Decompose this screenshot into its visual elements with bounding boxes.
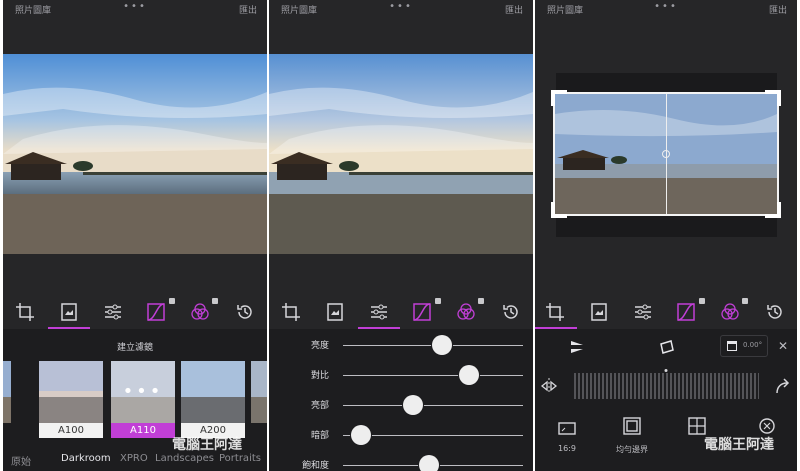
slider-row: 亮度 [269,335,533,355]
crop-handle-bottom-left[interactable] [551,202,567,218]
filters-panel: 照片圖庫 ••• 匯出 建立濾鏡 A100 ••• A110 A200 原始 D… [3,0,267,471]
adjust-sliders-icon[interactable] [103,302,123,322]
dial-center-dot [664,369,668,372]
crop-icon[interactable] [15,302,35,322]
filter-thumbnail[interactable] [251,361,267,438]
filter-label: A100 [39,423,103,438]
more-menu-button[interactable]: ••• [389,1,413,12]
color-circles-icon[interactable] [720,302,740,322]
lock-icon [478,298,484,304]
create-filter-button[interactable]: 建立濾鏡 [3,340,267,353]
filter-thumbnail-a100[interactable]: A100 [39,361,103,438]
top-bar: 照片圖庫 ••• 匯出 [269,0,533,17]
slider-row: 飽和度 [269,455,533,471]
slider-label: 飽和度 [301,461,329,471]
uniform-border-label: 均勻邊界 [616,445,648,454]
photo-preview [3,54,267,254]
color-circles-icon[interactable] [456,302,476,322]
filters-icon[interactable] [325,302,345,322]
adjust-panel: 照片圖庫 ••• 匯出 亮度對比 亮部 暗部 飽和度 [269,0,533,471]
tool-bar [535,294,797,328]
export-button[interactable]: 匯出 [239,3,257,16]
category-portraits[interactable]: Portraits [219,453,261,464]
adjust-sliders-icon[interactable] [369,302,389,322]
history-icon[interactable] [235,302,255,322]
export-button[interactable]: 匯出 [505,3,523,16]
rotate-icon[interactable] [657,337,677,357]
lock-icon [742,298,748,304]
crop-icon[interactable] [545,302,565,322]
filter-options-icon[interactable]: ••• [111,381,175,402]
filter-thumbnail-a200[interactable]: A200 [181,361,245,438]
crop-icon[interactable] [281,302,301,322]
slider-label: 對比 [310,371,329,381]
more-menu-button[interactable]: ••• [123,1,147,12]
crop-handle-bottom-right[interactable] [765,202,781,218]
slider-knob[interactable] [459,365,479,385]
flip-vertical-icon[interactable] [567,337,587,357]
straighten-dial[interactable] [573,369,759,402]
filter-thumbnail[interactable] [3,361,11,438]
slider-label: 暗部 [310,431,329,441]
ratio-16-9-icon[interactable] [557,418,577,438]
lock-icon [435,298,441,304]
crop-panel: 照片圖庫 ••• 匯出 0.00° ✕ 16:9 均勻邊界 [535,0,797,471]
curves-icon[interactable] [676,302,696,322]
filter-label: A110 [111,423,175,438]
watermark-logo: 電腦王阿達 [172,437,242,453]
lock-icon [212,298,218,304]
ratio-16-9-label: 16:9 [558,444,576,453]
adjust-sliders-icon[interactable] [633,302,653,322]
category-landscapes[interactable]: Landscapes [155,453,214,464]
perspective-icon [727,341,737,351]
slider-label: 亮度 [310,341,329,351]
angle-value: 0.00° [743,341,763,349]
reset-icon[interactable] [757,416,777,436]
uniform-border-icon[interactable] [622,416,642,436]
category-darkroom[interactable]: Darkroom [61,453,111,464]
photo-preview [269,54,533,254]
photo-library-button[interactable]: 照片圖庫 [281,3,317,16]
top-bar: 照片圖庫 ••• 匯出 [535,0,797,17]
tool-bar [3,294,267,328]
close-icon[interactable]: ✕ [773,335,793,357]
slider-knob[interactable] [419,455,440,471]
filters-icon[interactable] [589,302,609,322]
grid-icon[interactable] [687,416,707,436]
lock-icon [699,298,705,304]
history-icon[interactable] [501,302,521,322]
tool-bar [269,294,533,328]
rotate-arrow-icon[interactable] [773,376,793,396]
slider-knob[interactable] [403,395,424,415]
slider-track[interactable] [343,375,523,376]
filters-icon[interactable] [59,302,79,322]
flip-horizontal-icon[interactable] [539,376,559,396]
slider-track[interactable] [343,405,523,406]
slider-row: 亮部 [269,395,533,415]
crop-handle-top-left[interactable] [551,90,567,106]
lock-icon [169,298,175,304]
photo-library-button[interactable]: 照片圖庫 [15,3,51,16]
more-menu-button[interactable]: ••• [654,1,678,12]
photo-library-button[interactable]: 照片圖庫 [547,3,583,16]
angle-box[interactable]: 0.00° [720,335,768,357]
export-button[interactable]: 匯出 [769,3,787,16]
filter-thumbnail-a110[interactable]: ••• A110 [111,361,175,438]
history-icon[interactable] [765,302,785,322]
top-bar: 照片圖庫 ••• 匯出 [3,0,267,17]
slider-knob[interactable] [432,335,452,355]
slider-row: 暗部 [269,425,533,445]
curves-icon[interactable] [146,302,166,322]
slider-label: 亮部 [310,401,329,411]
adjust-subpanel: 亮度對比亮部暗部飽和度 [269,329,533,471]
category-original[interactable]: 原始 [11,453,31,468]
slider-row: 對比 [269,365,533,385]
curves-icon[interactable] [412,302,432,322]
category-xpro[interactable]: XPRO [120,453,148,464]
crop-handle-top-right[interactable] [765,90,781,106]
slider-knob[interactable] [351,425,371,445]
crop-frame[interactable] [553,92,779,216]
color-circles-icon[interactable] [190,302,210,322]
watermark-logo: 電腦王阿達 [704,437,774,453]
